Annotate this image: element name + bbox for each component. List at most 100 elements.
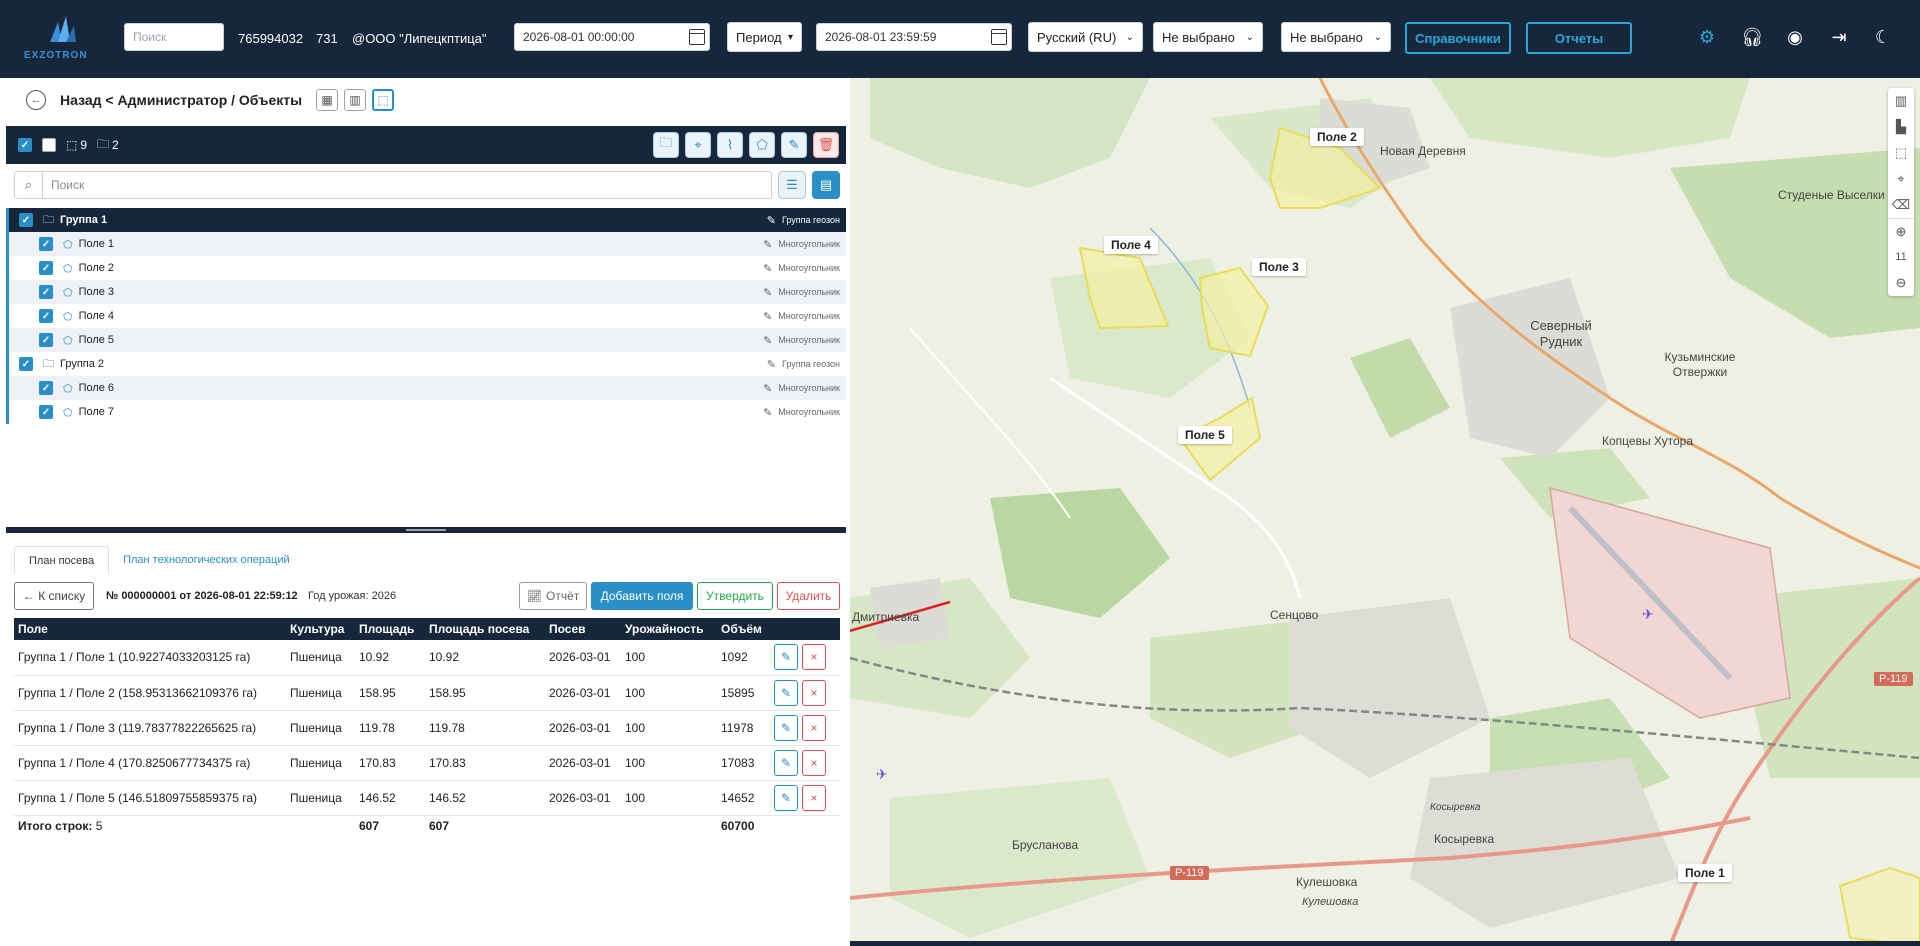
col-area[interactable]: Площадь: [355, 618, 425, 640]
objects-search-input[interactable]: ⌕ Поиск: [14, 171, 772, 199]
tree-item-row[interactable]: ✓ ⬠ Поле 6 ✎ Многоугольник: [6, 376, 846, 400]
pencil-icon[interactable]: ✎: [763, 334, 772, 347]
pencil-icon[interactable]: ✎: [763, 310, 772, 323]
col-volume[interactable]: Объём: [717, 618, 770, 640]
resize-grip[interactable]: [406, 529, 446, 531]
edit-button[interactable]: ✎: [781, 132, 807, 158]
add-polygon-button[interactable]: ⬠: [749, 132, 775, 158]
approve-button[interactable]: Утвердить: [697, 582, 773, 610]
eraser-icon[interactable]: ⌫: [1888, 192, 1914, 218]
moon-icon[interactable]: ☾: [1873, 27, 1893, 47]
map-pin-icon[interactable]: ⌖: [1888, 166, 1914, 192]
split-view-icon[interactable]: ▥: [344, 89, 367, 111]
add-group-button[interactable]: 🗀︎: [653, 132, 679, 158]
table-row[interactable]: Группа 1 / Поле 1 (10.92274033203125 га)…: [14, 640, 840, 676]
back-to-list-button[interactable]: ← К списку: [14, 582, 94, 610]
delete-row-button[interactable]: ×: [802, 679, 826, 706]
table-row[interactable]: Группа 1 / Поле 4 (170.8250677734375 га)…: [14, 745, 840, 781]
row-checkbox[interactable]: ✓: [39, 237, 53, 251]
delete-row-button[interactable]: ×: [802, 644, 826, 671]
row-checkbox[interactable]: ✓: [39, 261, 53, 275]
period-dropdown[interactable]: Период ▾: [727, 22, 802, 52]
row-checkbox[interactable]: ✓: [39, 333, 53, 347]
select-none-checkbox[interactable]: [42, 138, 56, 152]
delete-document-button[interactable]: Удалить: [777, 582, 840, 610]
pencil-icon[interactable]: ✎: [767, 358, 776, 371]
edit-row-button[interactable]: ✎: [774, 749, 798, 776]
map-field-label[interactable]: Поле 3: [1252, 258, 1306, 276]
map-field-label[interactable]: Поле 5: [1178, 426, 1232, 444]
map-layers-icon[interactable]: ▥: [1888, 88, 1914, 114]
tree-group-row[interactable]: ✓ 🗀︎ Группа 2 ✎ Группа геозон: [6, 352, 846, 376]
tree-item-row[interactable]: ✓ ⬠ Поле 4 ✎ Многоугольник: [6, 304, 846, 328]
delete-row-button[interactable]: ×: [802, 784, 826, 811]
col-crop[interactable]: Культура: [286, 618, 355, 640]
edit-row-button[interactable]: ✎: [774, 644, 798, 671]
zoom-out-icon[interactable]: ⊖: [1888, 270, 1914, 296]
pencil-icon[interactable]: ✎: [763, 286, 772, 299]
ruler-icon[interactable]: ▙: [1888, 114, 1914, 140]
calendar-icon[interactable]: [689, 29, 705, 45]
filter-select-2[interactable]: Не выбрано ⌄: [1281, 22, 1391, 52]
delete-row-button[interactable]: ×: [802, 714, 826, 741]
delete-button[interactable]: 🗑︎: [813, 132, 839, 158]
headset-icon[interactable]: 🎧︎: [1741, 27, 1764, 47]
pencil-icon[interactable]: ✎: [763, 262, 772, 275]
col-sowing-date[interactable]: Посев: [545, 618, 621, 640]
map-field-label[interactable]: Поле 1: [1678, 864, 1732, 882]
tree-item-row[interactable]: ✓ ⬠ Поле 5 ✎ Многоугольник: [6, 328, 846, 352]
delete-row-button[interactable]: ×: [802, 749, 826, 776]
row-checkbox[interactable]: ✓: [39, 309, 53, 323]
edit-row-button[interactable]: ✎: [774, 784, 798, 811]
tree-item-row[interactable]: ✓ ⬠ Поле 2 ✎ Многоугольник: [6, 256, 846, 280]
pencil-icon[interactable]: ✎: [763, 238, 772, 251]
tree-group-row[interactable]: ✓ 🗀︎ Группа 1 ✎ Группа геозон: [6, 208, 846, 232]
col-sown-area[interactable]: Площадь посева: [425, 618, 545, 640]
select-all-checkbox[interactable]: ✓: [18, 138, 32, 152]
map-canvas[interactable]: [850, 78, 1920, 946]
pencil-icon[interactable]: ✎: [767, 214, 776, 227]
add-point-button[interactable]: ⌖: [685, 132, 711, 158]
date-from-input[interactable]: 2026-08-01 00:00:00: [514, 23, 710, 51]
row-checkbox[interactable]: ✓: [39, 285, 53, 299]
map-view[interactable]: Поле 2 Поле 4 Поле 3 Поле 5 Поле 1 Новая…: [850, 78, 1920, 946]
directories-button[interactable]: Справочники: [1405, 22, 1511, 54]
calculator-button[interactable]: ▤: [812, 171, 840, 199]
reports-button[interactable]: Отчеты: [1526, 22, 1632, 54]
map-field-label[interactable]: Поле 4: [1104, 236, 1158, 254]
col-yield[interactable]: Урожайность: [621, 618, 717, 640]
back-arrow-icon[interactable]: ←: [26, 90, 46, 110]
table-row[interactable]: Группа 1 / Поле 3 (119.78377822265625 га…: [14, 710, 840, 746]
global-search-input[interactable]: Поиск: [124, 23, 224, 51]
logout-icon[interactable]: ⇥: [1829, 27, 1849, 47]
calendar-icon[interactable]: [991, 29, 1007, 45]
edit-row-button[interactable]: ✎: [774, 679, 798, 706]
user-settings-icon[interactable]: ◉: [1785, 27, 1805, 47]
gear-icon[interactable]: ⚙: [1697, 27, 1717, 47]
draw-polygon-icon[interactable]: ⬚: [1888, 140, 1914, 166]
row-checkbox[interactable]: ✓: [19, 357, 33, 371]
row-checkbox[interactable]: ✓: [19, 213, 33, 227]
table-row[interactable]: Группа 1 / Поле 5 (146.51809755859375 га…: [14, 780, 840, 816]
tree-item-row[interactable]: ✓ ⬠ Поле 1 ✎ Многоугольник: [6, 232, 846, 256]
tree-item-row[interactable]: ✓ ⬠ Поле 3 ✎ Многоугольник: [6, 280, 846, 304]
add-line-button[interactable]: ⌇: [717, 132, 743, 158]
map-field-label[interactable]: Поле 2: [1310, 128, 1364, 146]
date-to-input[interactable]: 2026-08-01 23:59:59: [816, 23, 1012, 51]
edit-row-button[interactable]: ✎: [774, 714, 798, 741]
tab-tech-operations-plan[interactable]: План технологических операций: [109, 546, 304, 574]
breadcrumb[interactable]: Назад < Администратор / Объекты: [60, 92, 302, 108]
language-select[interactable]: Русский (RU) ⌄: [1028, 22, 1143, 52]
col-field[interactable]: Поле: [14, 618, 286, 640]
panel-resizer[interactable]: [6, 527, 846, 533]
zoom-in-icon[interactable]: ⊕: [1888, 218, 1914, 244]
tree-item-row[interactable]: ✓ ⬠ Поле 7 ✎ Многоугольник: [6, 400, 846, 424]
row-checkbox[interactable]: ✓: [39, 381, 53, 395]
table-view-icon[interactable]: ▦: [316, 89, 339, 111]
filter-select-1[interactable]: Не выбрано ⌄: [1153, 22, 1263, 52]
pencil-icon[interactable]: ✎: [763, 382, 772, 395]
table-row[interactable]: Группа 1 / Поле 2 (158.95313662109376 га…: [14, 675, 840, 711]
row-checkbox[interactable]: ✓: [39, 405, 53, 419]
map-view-icon[interactable]: ⬚: [372, 89, 395, 111]
add-fields-button[interactable]: Добавить поля: [591, 582, 693, 610]
